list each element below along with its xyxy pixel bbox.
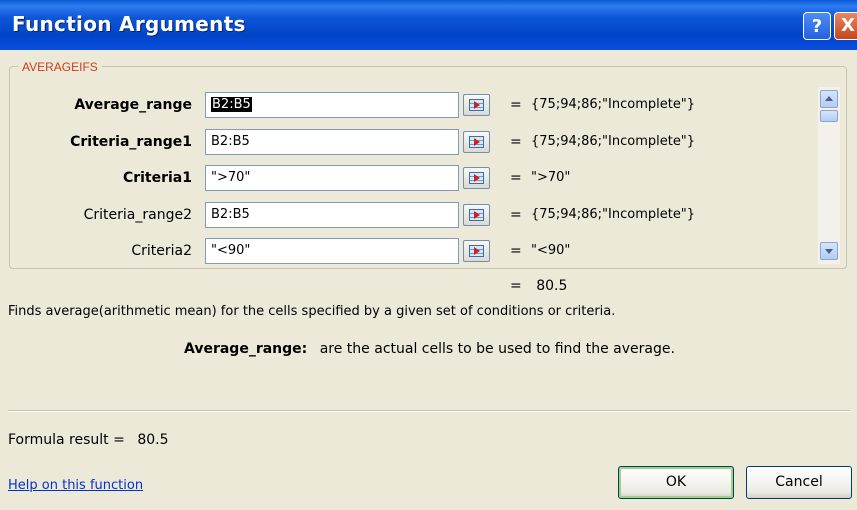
arg-result-criteria-range2: {75;94;86;"Incomplete"}: [531, 207, 696, 222]
arg-input-average-range[interactable]: B2:B5: [205, 92, 459, 118]
arrow-icon: [474, 247, 480, 255]
argument-help-name: Average_range:: [184, 341, 308, 357]
formula-result: Formula result = 80.5: [8, 432, 168, 448]
ok-button[interactable]: OK: [618, 466, 734, 499]
chevron-up-icon: [825, 96, 833, 101]
equals-sign: =: [510, 97, 522, 113]
equals-sign: =: [510, 207, 522, 223]
function-arguments-dialog: Function Arguments ? X AVERAGEIFS Averag…: [0, 0, 857, 510]
collapse-dialog-button[interactable]: [463, 131, 490, 153]
collapse-dialog-button[interactable]: [463, 204, 490, 226]
arrow-icon: [474, 174, 480, 182]
collapse-dialog-button[interactable]: [463, 240, 490, 262]
arguments-scrollbar[interactable]: [818, 87, 840, 264]
arg-result-average-range: {75;94;86;"Incomplete"}: [531, 97, 696, 112]
scroll-down-button[interactable]: [820, 242, 838, 260]
scroll-up-button[interactable]: [820, 90, 838, 108]
collapse-dialog-button[interactable]: [463, 167, 490, 189]
scroll-thumb[interactable]: [820, 110, 838, 122]
function-description: Finds average(arithmetic mean) for the c…: [8, 304, 616, 319]
close-icon[interactable]: X: [834, 12, 857, 40]
equals-sign: =: [510, 243, 522, 259]
argument-help: Average_range: are the actual cells to b…: [184, 341, 675, 357]
arg-label-criteria-range1: Criteria_range1: [70, 134, 192, 150]
formula-result-label: Formula result =: [8, 432, 125, 448]
equals-sign: =: [510, 170, 522, 186]
chevron-down-icon: [825, 249, 833, 254]
arg-input-criteria-range1[interactable]: B2:B5: [205, 129, 459, 155]
arg-input-criteria2[interactable]: "<90": [205, 238, 459, 264]
arrow-icon: [474, 138, 480, 146]
arrow-icon: [474, 101, 480, 109]
divider: [8, 410, 850, 412]
formula-result-value: 80.5: [137, 432, 169, 448]
arg-result-criteria1: ">70": [531, 170, 571, 185]
equals-sign: =: [510, 134, 522, 150]
collapse-dialog-button[interactable]: [463, 94, 490, 116]
function-result: = 80.5: [510, 278, 567, 294]
arg-label-criteria1: Criteria1: [122, 170, 192, 186]
arg-label-criteria2: Criteria2: [131, 243, 192, 259]
function-result-value: 80.5: [536, 278, 568, 294]
cancel-button[interactable]: Cancel: [746, 466, 852, 499]
arg-input-criteria1[interactable]: ">70": [205, 165, 459, 191]
arg-label-average-range: Average_range: [74, 97, 192, 113]
help-on-function-link[interactable]: Help on this function: [8, 478, 143, 493]
arg-label-criteria-range2: Criteria_range2: [83, 207, 192, 223]
title-bar[interactable]: Function Arguments ? X: [0, 0, 857, 50]
dialog-title: Function Arguments: [12, 12, 246, 36]
argument-help-text: are the actual cells to be used to find …: [319, 341, 675, 357]
function-name-label: AVERAGEIFS: [18, 60, 102, 74]
selected-text: B2:B5: [211, 97, 252, 112]
arrow-icon: [474, 211, 480, 219]
arg-result-criteria2: "<90": [531, 243, 571, 258]
arg-input-criteria-range2[interactable]: B2:B5: [205, 202, 459, 228]
arg-result-criteria-range1: {75;94;86;"Incomplete"}: [531, 134, 696, 149]
equals-sign: =: [510, 278, 522, 294]
help-icon[interactable]: ?: [803, 12, 831, 40]
